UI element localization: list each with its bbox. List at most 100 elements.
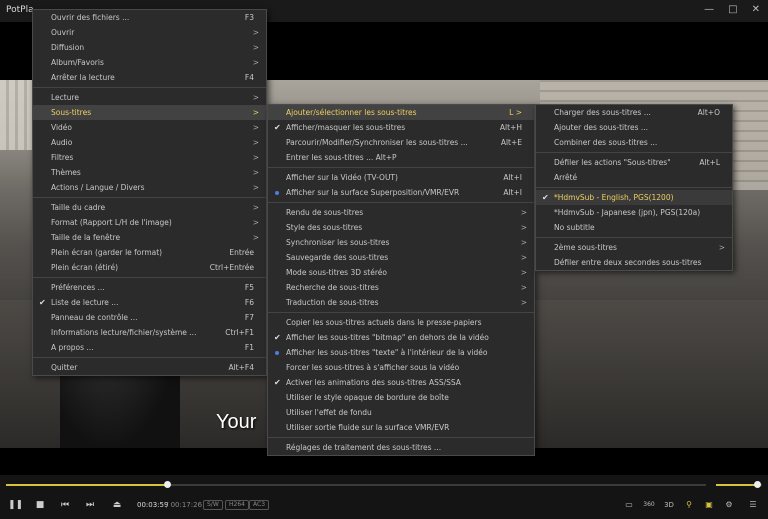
menu-item-audio[interactable]: Audio > bbox=[33, 135, 266, 150]
menu-item-taille-de-la-fenetre[interactable]: Taille de la fenêtre > bbox=[33, 230, 266, 245]
menu-item-hdmvsub-japanese-jpn-pgs-120a[interactable]: *HdmvSub - Japanese (jpn), PGS(120a) bbox=[536, 205, 732, 220]
menu-item-afficher-les-sous-titres-bitmap-en-dehor[interactable]: ✔ Afficher les sous-titres "bitmap" en de… bbox=[268, 330, 534, 345]
menu-item-label: Sauvegarde des sous-titres bbox=[286, 253, 389, 262]
vr-360-button[interactable]: 360 bbox=[642, 499, 656, 511]
menu-item-label: Album/Favoris bbox=[51, 58, 104, 67]
submenu-arrow-icon: > bbox=[252, 93, 259, 102]
menu-item-quitter[interactable]: Quitter Alt+F4 bbox=[33, 360, 266, 375]
close-icon[interactable]: ✕ bbox=[752, 4, 760, 15]
menu-item-rendu-de-sous-titres[interactable]: Rendu de sous-titres > bbox=[268, 205, 534, 220]
menu-item-preferences[interactable]: Préférences ... F5 bbox=[33, 280, 266, 295]
menu-item-copier-les-sous-titres-actuels-dans-le-p[interactable]: Copier les sous-titres actuels dans le p… bbox=[268, 315, 534, 330]
menu-item-afficher-les-sous-titres-texte-a-l-inter[interactable]: Afficher les sous-titres "texte" à l'int… bbox=[268, 345, 534, 360]
decoder-badge[interactable]: S/W bbox=[203, 500, 223, 510]
menu-item-label: Plein écran (garder le format) bbox=[51, 248, 163, 257]
previous-icon[interactable]: ⏮ bbox=[58, 498, 72, 512]
menu-item-shortcut: F1 bbox=[244, 343, 254, 352]
minimize-icon[interactable]: — bbox=[704, 4, 714, 15]
menu-item-defiler-les-actions-sous-titres[interactable]: Défiler les actions "Sous-titres" Alt+L bbox=[536, 155, 732, 170]
menu-item-arrete[interactable]: Arrêté bbox=[536, 170, 732, 185]
playlist-search-icon[interactable]: ⚲ bbox=[682, 499, 696, 511]
volume-thumb[interactable] bbox=[754, 481, 762, 488]
menu-item-ouvrir[interactable]: Ouvrir > bbox=[33, 25, 266, 40]
menu-item-afficher-masquer-les-sous-titres[interactable]: ✔ Afficher/masquer les sous-titres Alt+H bbox=[268, 120, 534, 135]
menu-item-a-propos[interactable]: A propos ... F1 bbox=[33, 340, 266, 355]
menu-item-shortcut: Alt+L bbox=[699, 158, 720, 167]
menu-item-afficher-sur-la-surface-superposition-vm[interactable]: Afficher sur la surface Superposition/VM… bbox=[268, 185, 534, 200]
menu-item-2eme-sous-titres[interactable]: 2ème sous-titres > bbox=[536, 240, 732, 255]
menu-item-lecture[interactable]: Lecture > bbox=[33, 90, 266, 105]
menu-item-reglages-de-traitement-des-sous-titres[interactable]: Réglages de traitement des sous-titres .… bbox=[268, 440, 534, 455]
menu-item-actions-langue-divers[interactable]: Actions / Langue / Divers > bbox=[33, 180, 266, 195]
menu-item-recherche-de-sous-titres[interactable]: Recherche de sous-titres > bbox=[268, 280, 534, 295]
menu-item-format-rapport-l-h-de-l-image[interactable]: Format (Rapport L/H de l'image) > bbox=[33, 215, 266, 230]
subtitle-icon[interactable]: ▣ bbox=[702, 499, 716, 511]
menu-item-ajouter-des-sous-titres[interactable]: Ajouter des sous-titres ... bbox=[536, 120, 732, 135]
menu-item-no-subtitle[interactable]: No subtitle bbox=[536, 220, 732, 235]
menu-item-ajouter-selectionner-les-sous-titres[interactable]: Ajouter/sélectionner les sous-titres L > bbox=[268, 105, 534, 120]
volume-slider[interactable] bbox=[716, 481, 762, 488]
menu-item-liste-de-lecture[interactable]: ✔ Liste de lecture ... F6 bbox=[33, 295, 266, 310]
time-total: / 00:17:26 bbox=[166, 501, 203, 509]
menu-item-taille-du-cadre[interactable]: Taille du cadre > bbox=[33, 200, 266, 215]
menu-item-sauvegarde-des-sous-titres[interactable]: Sauvegarde des sous-titres > bbox=[268, 250, 534, 265]
menu-item-panneau-de-controle[interactable]: Panneau de contrôle ... F7 bbox=[33, 310, 266, 325]
menu-item-style-des-sous-titres[interactable]: Style des sous-titres > bbox=[268, 220, 534, 235]
menu-item-diffusion[interactable]: Diffusion > bbox=[33, 40, 266, 55]
menu-item-activer-les-animations-des-sous-titres-a[interactable]: ✔ Activer les animations des sous-titres … bbox=[268, 375, 534, 390]
menu-item-combiner-des-sous-titres[interactable]: Combiner des sous-titres ... bbox=[536, 135, 732, 150]
next-icon[interactable]: ⏭ bbox=[83, 498, 97, 512]
menu-separator bbox=[33, 357, 266, 358]
menu-item-ouvrir-des-fichiers[interactable]: Ouvrir des fichiers ... F3 bbox=[33, 10, 266, 25]
menu-item-mode-sous-titres-3d-stereo[interactable]: Mode sous-titres 3D stéréo > bbox=[268, 265, 534, 280]
eject-icon[interactable]: ⏏ bbox=[110, 498, 124, 512]
menu-item-plein-ecran-garder-le-format[interactable]: Plein écran (garder le format) Entrée bbox=[33, 245, 266, 260]
submenu-arrow-icon: > bbox=[520, 238, 527, 247]
menu-icon[interactable]: ☰ bbox=[746, 499, 760, 511]
menu-separator bbox=[33, 197, 266, 198]
menu-item-album-favoris[interactable]: Album/Favoris > bbox=[33, 55, 266, 70]
menu-item-defiler-entre-deux-secondes-sous-titres[interactable]: Défiler entre deux secondes sous-titres bbox=[536, 255, 732, 270]
pause-icon[interactable]: ❚❚ bbox=[8, 498, 23, 512]
submenu-arrow-icon: > bbox=[252, 233, 259, 242]
menu-separator bbox=[536, 237, 732, 238]
menu-item-label: Copier les sous-titres actuels dans le p… bbox=[286, 318, 482, 327]
maximize-icon[interactable]: □ bbox=[728, 4, 737, 15]
menu-item-label: Panneau de contrôle ... bbox=[51, 313, 138, 322]
menu-item-sous-titres[interactable]: Sous-titres > bbox=[33, 105, 266, 120]
menu-item-informations-lecture-fichier-systeme[interactable]: Informations lecture/fichier/système ...… bbox=[33, 325, 266, 340]
submenu-arrow-icon: > bbox=[252, 138, 259, 147]
menu-item-label: Afficher sur la surface Superposition/VM… bbox=[286, 188, 460, 197]
menu-item-afficher-sur-la-video-tv-out[interactable]: Afficher sur la Vidéo (TV-OUT) Alt+I bbox=[268, 170, 534, 185]
menu-item-plein-ecran-etire[interactable]: Plein écran (étiré) Ctrl+Entrée bbox=[33, 260, 266, 275]
menu-item-shortcut: F7 bbox=[244, 313, 254, 322]
menu-item-utiliser-le-style-opaque-de-bordure-de-b[interactable]: Utiliser le style opaque de bordure de b… bbox=[268, 390, 534, 405]
stop-icon[interactable]: ■ bbox=[33, 498, 47, 512]
menu-item-label: Sous-titres bbox=[51, 108, 92, 117]
menu-item-filtres[interactable]: Filtres > bbox=[33, 150, 266, 165]
submenu-arrow-icon: > bbox=[520, 223, 527, 232]
menu-item-synchroniser-les-sous-titres[interactable]: Synchroniser les sous-titres > bbox=[268, 235, 534, 250]
menu-item-charger-des-sous-titres[interactable]: Charger des sous-titres ... Alt+O bbox=[536, 105, 732, 120]
menu-item-utiliser-l-effet-de-fondu[interactable]: Utiliser l'effet de fondu bbox=[268, 405, 534, 420]
menu-item-arreter-la-lecture[interactable]: Arrêter la lecture F4 bbox=[33, 70, 266, 85]
menu-item-label: Afficher les sous-titres "bitmap" en deh… bbox=[286, 333, 489, 342]
3d-button[interactable]: 3D bbox=[662, 499, 676, 511]
seek-bar-thumb[interactable] bbox=[164, 481, 171, 488]
menu-item-hdmvsub-english-pgs-1200[interactable]: ✔ *HdmvSub - English, PGS(1200) bbox=[536, 190, 732, 205]
video-codec-badge[interactable]: H264 bbox=[225, 500, 249, 510]
menu-item-label: Vidéo bbox=[51, 123, 73, 132]
menu-item-video[interactable]: Vidéo > bbox=[33, 120, 266, 135]
screen-icon[interactable]: ▭ bbox=[622, 499, 636, 511]
menu-item-entrer-les-sous-titres-alt-p[interactable]: Entrer les sous-titres ... Alt+P bbox=[268, 150, 534, 165]
menu-item-utiliser-sortie-fluide-sur-la-surface-vm[interactable]: Utiliser sortie fluide sur la surface VM… bbox=[268, 420, 534, 435]
audio-codec-badge[interactable]: AC3 bbox=[249, 500, 270, 510]
menu-item-label: Défiler entre deux secondes sous-titres bbox=[554, 258, 702, 267]
menu-item-parcourir-modifier-synchroniser-les-sous[interactable]: Parcourir/Modifier/Synchroniser les sous… bbox=[268, 135, 534, 150]
seek-bar[interactable] bbox=[6, 481, 706, 488]
menu-item-traduction-de-sous-titres[interactable]: Traduction de sous-titres > bbox=[268, 295, 534, 310]
menu-item-label: Ajouter/sélectionner les sous-titres bbox=[286, 108, 417, 117]
menu-item-themes[interactable]: Thèmes > bbox=[33, 165, 266, 180]
menu-item-forcer-les-sous-titres-a-s-afficher-sous[interactable]: Forcer les sous-titres à s'afficher sous… bbox=[268, 360, 534, 375]
settings-gear-icon[interactable]: ⚙ bbox=[722, 499, 736, 511]
